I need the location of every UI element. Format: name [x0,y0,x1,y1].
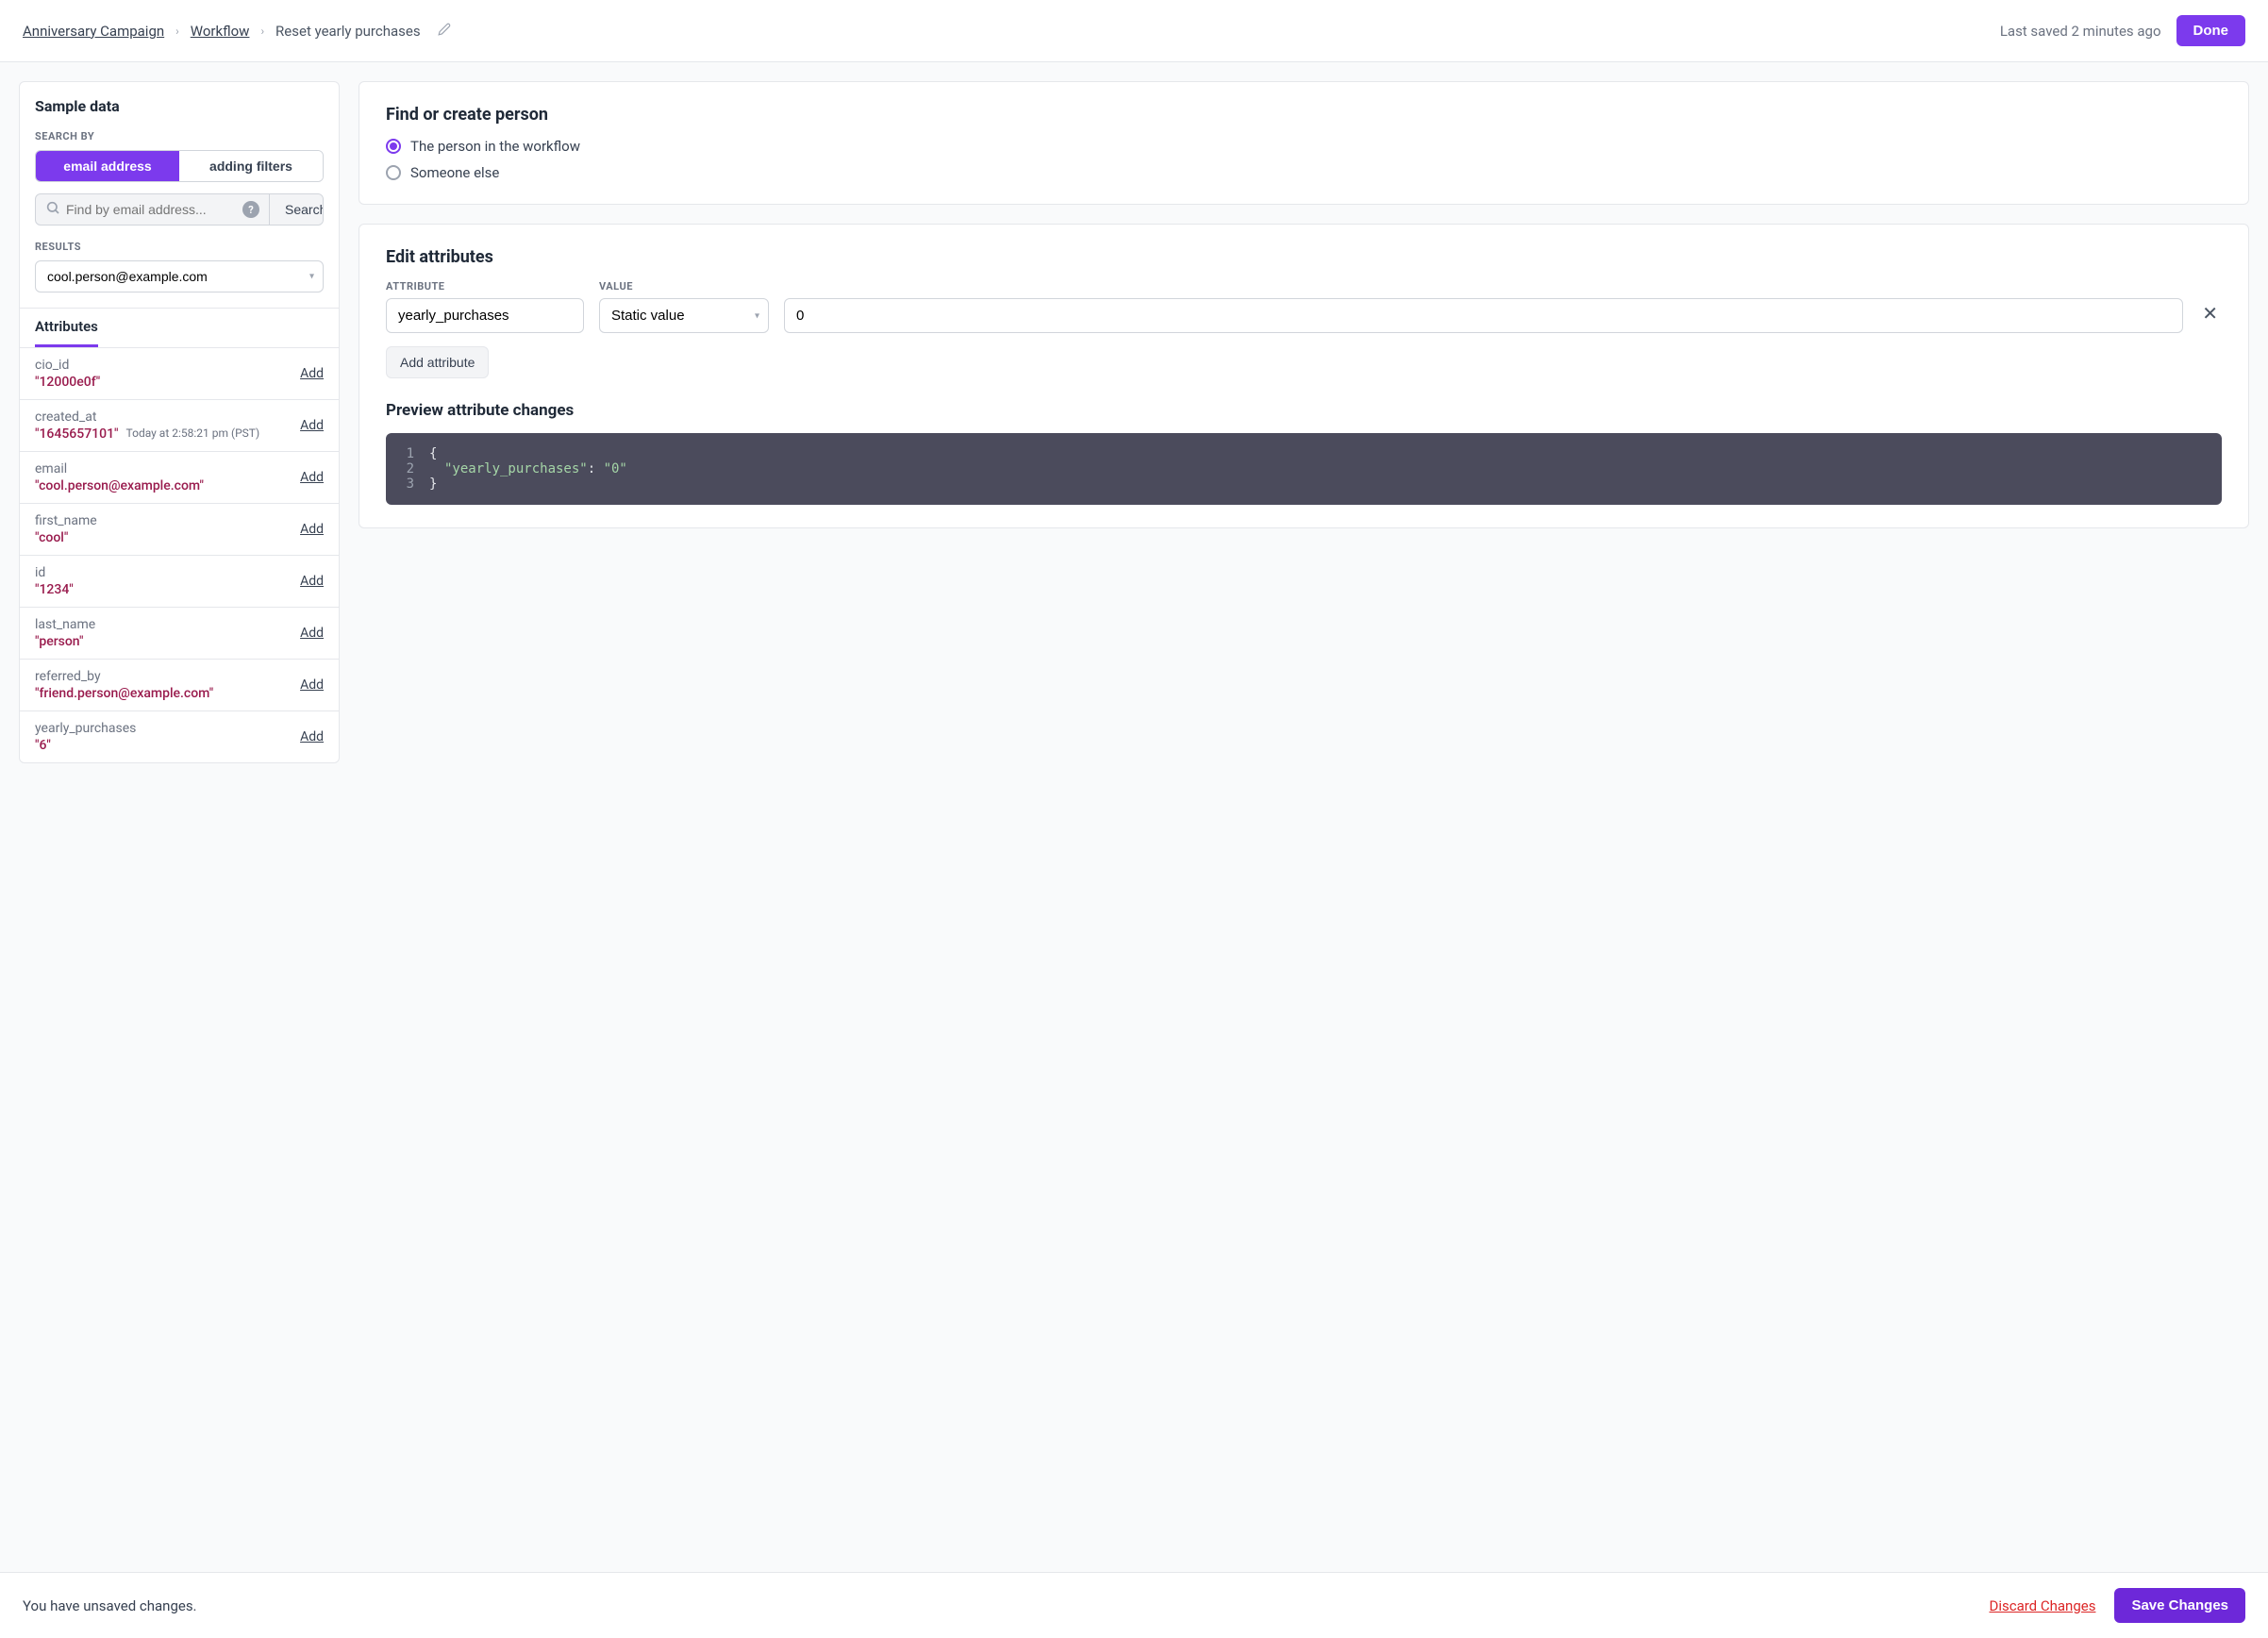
add-link[interactable]: Add [300,522,324,537]
attr-key: created_at [35,410,292,425]
search-by-label: SEARCH BY [35,130,324,142]
attr-value: "12000e0f" [35,375,292,390]
value-label: VALUE [599,280,769,292]
toggle-email-address[interactable]: email address [36,151,179,181]
find-person-card: Find or create person The person in the … [359,81,2249,205]
attr-value: "1645657101" [35,426,119,442]
attribute-row: cio_id "12000e0f" Add [20,348,339,400]
content-column: Find or create person The person in the … [359,81,2249,528]
preview-title: Preview attribute changes [386,401,2222,420]
radio-person-in-workflow[interactable]: The person in the workflow [386,138,2222,155]
edit-attributes-title: Edit attributes [386,247,2222,267]
attr-value: "cool.person@example.com" [35,478,292,493]
attr-value: "cool" [35,530,292,545]
attribute-row: email "cool.person@example.com" Add [20,452,339,504]
breadcrumb-workflow[interactable]: Workflow [191,23,250,40]
attribute-label: ATTRIBUTE [386,280,584,292]
code-text: "yearly_purchases": "0" [444,461,627,476]
footer-actions: Discard Changes Save Changes [1989,1588,2245,1623]
sample-data-title: Sample data [35,97,324,115]
add-link[interactable]: Add [300,729,324,744]
attr-key: email [35,461,292,476]
code-text: } [429,476,437,492]
attribute-row: created_at "1645657101" Today at 2:58:21… [20,400,339,452]
done-button[interactable]: Done [2176,15,2246,46]
value-input[interactable] [784,298,2183,333]
tab-attributes[interactable]: Attributes [35,309,98,347]
unsaved-changes-bar: You have unsaved changes. Discard Change… [0,1572,2268,1638]
breadcrumb-current: Reset yearly purchases [275,23,421,40]
radio-someone-else[interactable]: Someone else [386,164,2222,181]
add-attribute-button[interactable]: Add attribute [386,346,489,378]
add-link[interactable]: Add [300,574,324,589]
find-person-title: Find or create person [386,105,2222,125]
breadcrumb-campaign[interactable]: Anniversary Campaign [23,23,164,40]
sample-data-panel: Sample data SEARCH BY email address addi… [19,81,340,763]
line-number: 2 [403,461,414,476]
breadcrumb: Anniversary Campaign › Workflow › Reset … [23,23,451,40]
chevron-right-icon: › [260,25,264,38]
sidebar-tabs: Attributes [20,308,339,348]
attr-note: Today at 2:58:21 pm (PST) [126,426,260,442]
add-link[interactable]: Add [300,626,324,641]
attribute-row: referred_by "friend.person@example.com" … [20,660,339,711]
attribute-row: first_name "cool" Add [20,504,339,556]
preview-code-block: 1 { 2 "yearly_purchases": "0" 3 } [386,433,2222,505]
last-saved-text: Last saved 2 minutes ago [2000,23,2161,40]
radio-icon [386,139,401,154]
attr-value: "6" [35,738,292,753]
chevron-right-icon: › [175,25,179,38]
edit-attributes-card: Edit attributes ATTRIBUTE VALUE Static v… [359,224,2249,528]
page-header: Anniversary Campaign › Workflow › Reset … [0,0,2268,62]
attribute-row: last_name "person" Add [20,608,339,660]
attr-key: referred_by [35,669,292,684]
attribute-form-row: ATTRIBUTE VALUE Static value ✕ [386,280,2222,333]
close-icon: ✕ [2202,304,2218,325]
find-person-radio-group: The person in the workflow Someone else [386,138,2222,181]
results-select[interactable]: cool.person@example.com [35,260,324,292]
results-label: RESULTS [35,241,324,253]
radio-label: The person in the workflow [410,138,580,155]
line-number: 1 [403,446,414,461]
attr-value: "1234" [35,582,292,597]
line-number: 3 [403,476,414,492]
unsaved-message: You have unsaved changes. [23,1597,197,1614]
value-type-select[interactable]: Static value [599,298,769,333]
search-input[interactable] [66,194,237,225]
add-link[interactable]: Add [300,366,324,381]
attr-value: "friend.person@example.com" [35,686,292,701]
value-label-spacer [784,280,2183,292]
attribute-name-input[interactable] [386,298,584,333]
code-text: { [429,446,437,461]
search-row: ? Search [35,193,324,226]
search-by-toggle: email address adding filters [35,150,324,182]
radio-icon [386,165,401,180]
save-changes-button[interactable]: Save Changes [2114,1588,2245,1623]
attr-key: yearly_purchases [35,721,292,736]
header-right: Last saved 2 minutes ago Done [2000,15,2245,46]
attribute-row: yearly_purchases "6" Add [20,711,339,762]
attribute-list: cio_id "12000e0f" Add created_at "164565… [20,348,339,762]
attr-key: id [35,565,292,580]
discard-changes-link[interactable]: Discard Changes [1989,1597,2095,1614]
search-button[interactable]: Search [269,194,324,225]
add-link[interactable]: Add [300,418,324,433]
attr-key: first_name [35,513,292,528]
toggle-adding-filters[interactable]: adding filters [179,151,323,181]
add-link[interactable]: Add [300,470,324,485]
attr-key: last_name [35,617,292,632]
add-link[interactable]: Add [300,677,324,693]
attr-key: cio_id [35,358,292,373]
radio-label: Someone else [410,164,499,181]
remove-attribute-button[interactable]: ✕ [2198,294,2222,333]
attribute-row: id "1234" Add [20,556,339,608]
help-icon[interactable]: ? [242,201,259,218]
pencil-icon[interactable] [438,23,451,40]
main-content: Sample data SEARCH BY email address addi… [0,62,2268,1587]
attr-value: "person" [35,634,292,649]
search-icon [45,200,60,219]
